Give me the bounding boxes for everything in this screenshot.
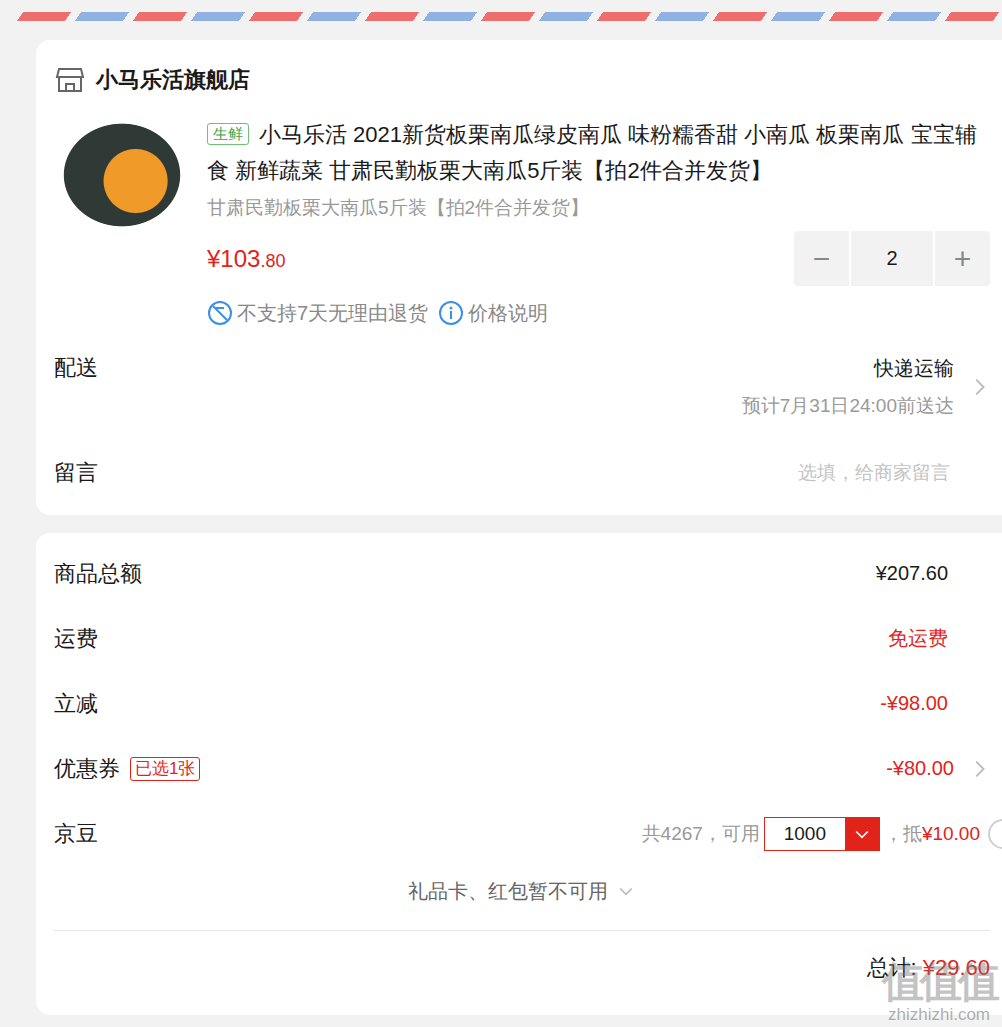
watermark: 值值值zhizhizhi.com <box>882 959 996 1025</box>
info-icon <box>438 300 464 326</box>
summary-row[interactable]: 优惠券已选1张-¥80.00 <box>54 736 990 801</box>
summary-row: 商品总额¥207.60 <box>54 541 990 606</box>
delivery-eta: 预计7月31日24:00前送达 <box>742 391 954 421</box>
notice[interactable]: 价格说明 <box>438 300 548 327</box>
product-title[interactable]: 生鲜小马乐活 2021新货板栗南瓜绿皮南瓜 味粉糯香甜 小南瓜 板栗南瓜 宝宝辅… <box>207 117 990 189</box>
order-page: 小马乐活旗舰店生鲜小马乐活 2021新货板栗南瓜绿皮南瓜 味粉糯香甜 小南瓜 板… <box>0 0 1002 1027</box>
chevron-down-icon <box>852 824 872 844</box>
coupon-badge: 已选1张 <box>130 757 200 781</box>
summary-row: 运费免运费 <box>54 606 990 671</box>
product-item: 生鲜小马乐活 2021新货板栗南瓜绿皮南瓜 味粉糯香甜 小南瓜 板栗南瓜 宝宝辅… <box>54 115 990 328</box>
total-value: ¥29.60 <box>923 955 990 981</box>
chevron-right-icon <box>968 376 990 398</box>
chevron-right-icon <box>968 758 990 780</box>
beans-radio[interactable] <box>988 819 1002 849</box>
no-return-icon <box>207 300 233 326</box>
delivery-row[interactable]: 配送快递运输预计7月31日24:00前送达 <box>54 353 990 433</box>
message-input[interactable]: 选填，给商家留言 <box>798 460 950 486</box>
quantity-field[interactable]: 2 <box>851 231 933 286</box>
summary-card: 商品总额¥207.60运费免运费立减-¥98.00优惠券已选1张-¥80.00京… <box>36 533 1002 1015</box>
fresh-tag: 生鲜 <box>207 123 249 145</box>
product-price: ¥103.80 <box>207 245 285 273</box>
notice[interactable]: 不支持7天无理由退货 <box>207 300 428 327</box>
store-name: 小马乐活旗舰店 <box>96 65 250 95</box>
divider <box>54 930 990 931</box>
airmail-stripe <box>0 12 1002 21</box>
plus-button[interactable]: + <box>935 231 990 286</box>
delivery-method: 快递运输 <box>742 353 954 383</box>
store-header[interactable]: 小马乐活旗舰店 <box>54 60 990 100</box>
gift-card-toggle[interactable]: 礼品卡、红包暂不可用 <box>54 866 990 916</box>
order-card: 小马乐活旗舰店生鲜小马乐活 2021新货板栗南瓜绿皮南瓜 味粉糯香甜 小南瓜 板… <box>36 40 1002 515</box>
product-photo[interactable] <box>54 115 190 235</box>
beans-row: 京豆共4267，可用1000，抵¥10.00 <box>54 801 990 866</box>
beans-select[interactable]: 1000 <box>764 817 880 851</box>
product-spec: 甘肃民勤板栗大南瓜5斤装【拍2件合并发货】 <box>207 193 990 223</box>
chevron-down-icon <box>616 881 636 901</box>
total-row: 总计:¥29.60 <box>54 931 990 1005</box>
minus-button[interactable]: − <box>794 231 849 286</box>
store-icon <box>54 64 86 96</box>
message-row: 留言选填，给商家留言 <box>54 453 990 493</box>
quantity-stepper: −2+ <box>794 231 990 286</box>
summary-row: 立减-¥98.00 <box>54 671 990 736</box>
